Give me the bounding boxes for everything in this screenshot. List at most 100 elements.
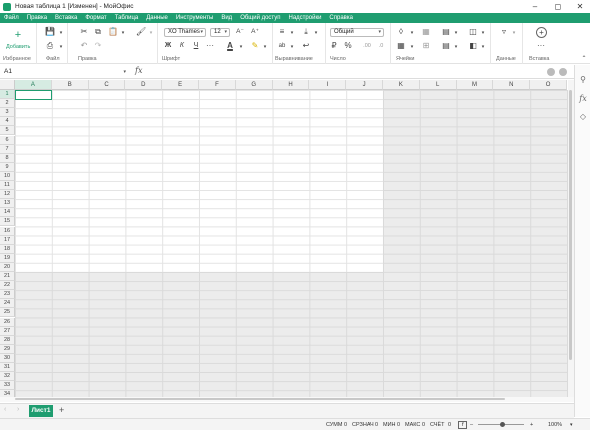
row-header-18[interactable]: 18 bbox=[0, 244, 15, 254]
row-header-23[interactable]: 23 bbox=[0, 290, 15, 300]
print-dropdown-chevron-icon[interactable]: ▾ bbox=[56, 43, 66, 51]
insert-more-icon[interactable]: ··· bbox=[536, 42, 546, 50]
column-header-n[interactable]: N bbox=[493, 80, 531, 90]
row-header-15[interactable]: 15 bbox=[0, 217, 15, 227]
functions-icon[interactable]: fx bbox=[578, 94, 588, 104]
zoom-chevron-icon[interactable]: ▾ bbox=[570, 419, 573, 431]
wrap-text-icon[interactable]: ↩ bbox=[301, 42, 311, 50]
row-header-25[interactable]: 25 bbox=[0, 308, 15, 318]
save-dropdown-chevron-icon[interactable]: ▾ bbox=[56, 29, 66, 37]
fill-color-icon[interactable]: ◊ bbox=[396, 28, 406, 36]
minimize-button[interactable]: – bbox=[524, 0, 546, 13]
sheet-tab-1[interactable]: Лист1 bbox=[29, 405, 53, 417]
row-header-11[interactable]: 11 bbox=[0, 181, 15, 191]
column-header-a[interactable]: A bbox=[15, 80, 52, 90]
cut-icon[interactable]: ✂ bbox=[79, 28, 89, 36]
percent-format-button[interactable]: % bbox=[343, 42, 353, 50]
text-color-chevron-icon[interactable]: ▾ bbox=[236, 43, 246, 51]
column-header-o[interactable]: O bbox=[530, 80, 567, 90]
prev-sheet-icon[interactable]: ‹ bbox=[4, 406, 6, 413]
horizontal-align-icon[interactable]: ≡ bbox=[277, 28, 287, 36]
delete-cells-chevron-icon[interactable]: ▾ bbox=[478, 43, 488, 51]
more-font-options-icon[interactable]: ··· bbox=[205, 42, 215, 50]
row-header-22[interactable]: 22 bbox=[0, 281, 15, 291]
row-header-3[interactable]: 3 bbox=[0, 108, 15, 118]
next-sheet-icon[interactable]: › bbox=[17, 406, 19, 413]
row-header-20[interactable]: 20 bbox=[0, 262, 15, 272]
paste-dropdown-chevron-icon[interactable]: ▾ bbox=[118, 29, 128, 37]
menu-data[interactable]: Данные bbox=[142, 15, 172, 21]
merge-cells-icon[interactable]: ⊞ bbox=[421, 42, 431, 50]
add-icon[interactable]: + bbox=[13, 30, 23, 41]
row-header-19[interactable]: 19 bbox=[0, 253, 15, 263]
bold-button[interactable]: Ж bbox=[163, 42, 173, 50]
text-color-icon[interactable]: A bbox=[225, 42, 235, 50]
cells-area[interactable] bbox=[15, 90, 568, 397]
row-header-31[interactable]: 31 bbox=[0, 363, 15, 373]
paste-icon[interactable]: 📋 bbox=[108, 28, 118, 36]
row-header-26[interactable]: 26 bbox=[0, 317, 15, 327]
redo-icon[interactable]: ↷ bbox=[93, 42, 103, 50]
row-header-21[interactable]: 21 bbox=[0, 272, 15, 282]
select-all-corner[interactable] bbox=[0, 80, 15, 90]
increase-font-icon[interactable]: A⁺ bbox=[250, 28, 260, 36]
column-header-k[interactable]: K bbox=[383, 80, 420, 90]
insert-cells-icon[interactable]: ◫ bbox=[468, 28, 478, 36]
filter-chevron-icon[interactable]: ▾ bbox=[509, 29, 519, 37]
save-icon[interactable]: 💾 bbox=[45, 28, 55, 36]
vertical-scrollbar[interactable] bbox=[568, 80, 574, 397]
format-painter-icon[interactable]: 🖌 bbox=[136, 28, 146, 36]
row-header-34[interactable]: 34 bbox=[0, 390, 15, 397]
horizontal-align-chevron-icon[interactable]: ▾ bbox=[287, 29, 297, 37]
row-header-5[interactable]: 5 bbox=[0, 126, 15, 136]
undo-icon[interactable]: ↶ bbox=[79, 42, 89, 50]
menu-help[interactable]: Справка bbox=[325, 15, 357, 21]
row-header-16[interactable]: 16 bbox=[0, 226, 15, 236]
column-header-m[interactable]: M bbox=[456, 80, 494, 90]
spreadsheet-grid[interactable]: ABCDEFGHIJKLMNO 1 2 3 4 5 6 7 8 9 10 11 12 13 14 15 16 1… bbox=[0, 80, 568, 397]
column-header-j[interactable]: J bbox=[346, 80, 383, 90]
format-cells-icon[interactable]: ▤ bbox=[441, 28, 451, 36]
function-icon[interactable]: fx bbox=[135, 66, 142, 75]
cancel-formula-icon[interactable] bbox=[559, 68, 567, 76]
underline-button[interactable]: Ч bbox=[191, 42, 201, 50]
cell-style-icon[interactable]: ▦ bbox=[421, 28, 431, 36]
print-area[interactable] bbox=[15, 90, 383, 272]
close-button[interactable]: ✕ bbox=[569, 0, 590, 13]
text-rotation-icon[interactable]: ab bbox=[277, 42, 287, 50]
menu-sharing[interactable]: Общий доступ bbox=[236, 15, 284, 21]
row-header-6[interactable]: 6 bbox=[0, 135, 15, 145]
column-header-d[interactable]: D bbox=[125, 80, 163, 90]
vertical-align-icon[interactable]: ⤓ bbox=[301, 28, 311, 36]
row-header-28[interactable]: 28 bbox=[0, 335, 15, 345]
highlight-chevron-icon[interactable]: ▾ bbox=[260, 43, 270, 51]
menu-insert[interactable]: Вставка bbox=[51, 15, 81, 21]
menu-file[interactable]: Файл bbox=[0, 15, 23, 21]
zoom-out-icon[interactable]: – bbox=[470, 419, 473, 431]
collapse-ribbon-icon[interactable]: ⌃ bbox=[579, 55, 589, 63]
column-header-g[interactable]: G bbox=[235, 80, 273, 90]
vertical-align-chevron-icon[interactable]: ▾ bbox=[311, 29, 321, 37]
row-height-icon[interactable]: ▤ bbox=[441, 42, 451, 50]
format-cells-chevron-icon[interactable]: ▾ bbox=[451, 29, 461, 37]
row-header-29[interactable]: 29 bbox=[0, 344, 15, 354]
print-icon[interactable]: ⎙ bbox=[45, 42, 55, 50]
column-header-f[interactable]: F bbox=[199, 80, 236, 90]
row-header-24[interactable]: 24 bbox=[0, 299, 15, 309]
add-sheet-icon[interactable]: + bbox=[59, 405, 64, 415]
horizontal-scroll-thumb[interactable] bbox=[15, 398, 505, 400]
font-name-select[interactable]: XO Thames ▾ bbox=[164, 28, 206, 37]
zoom-slider-knob[interactable] bbox=[500, 422, 505, 427]
maximize-button[interactable]: ◻ bbox=[547, 0, 569, 13]
row-header-33[interactable]: 33 bbox=[0, 381, 15, 391]
menu-edit[interactable]: Правка bbox=[23, 15, 51, 21]
zoom-in-icon[interactable]: + bbox=[530, 419, 533, 431]
menu-tools[interactable]: Инструменты bbox=[172, 15, 217, 21]
confirm-formula-icon[interactable] bbox=[547, 68, 555, 76]
filter-icon[interactable]: ▿ bbox=[499, 28, 509, 36]
menu-table[interactable]: Таблица bbox=[111, 15, 143, 21]
row-header-12[interactable]: 12 bbox=[0, 190, 15, 200]
currency-format-button[interactable]: ₽ bbox=[329, 42, 339, 50]
row-header-10[interactable]: 10 bbox=[0, 171, 15, 181]
decrease-font-icon[interactable]: A⁻ bbox=[235, 28, 245, 36]
